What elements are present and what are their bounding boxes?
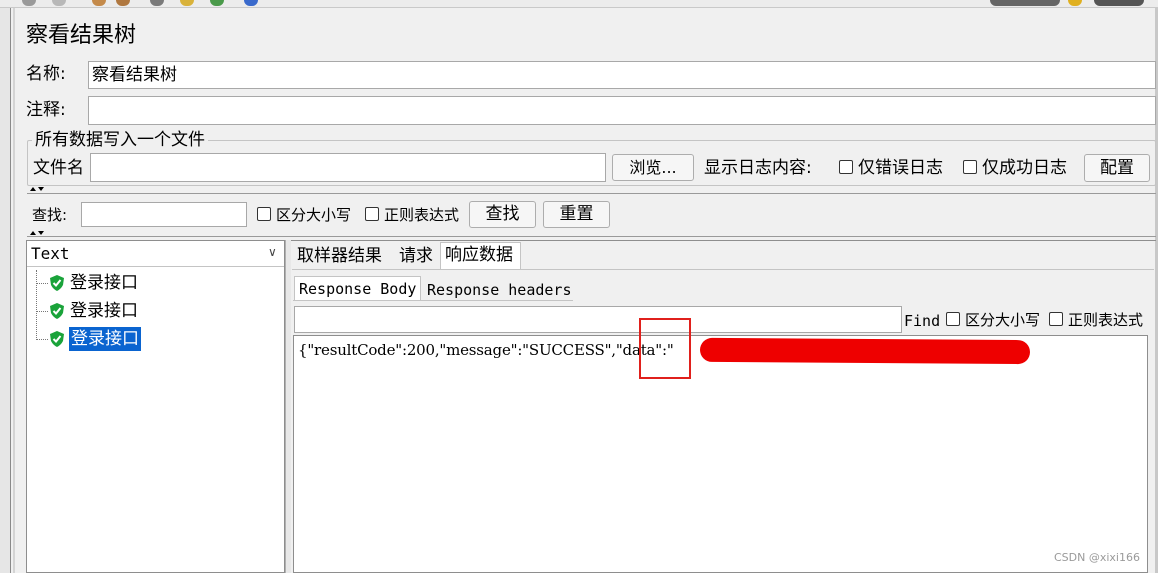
search-regex-checkbox[interactable]	[365, 207, 379, 221]
search-splitter[interactable]	[27, 193, 1156, 194]
tree-item-selected[interactable]: 登录接口	[48, 327, 148, 351]
search-case-checkbox[interactable]	[257, 207, 271, 221]
success-only-label[interactable]: 仅成功日志	[982, 157, 1067, 179]
success-shield-icon	[50, 275, 64, 291]
tab-request[interactable]: 请求	[399, 244, 433, 268]
response-find-label: Find	[904, 312, 941, 330]
browse-button[interactable]: 浏览...	[612, 154, 694, 181]
subtab-strip-border	[293, 300, 573, 301]
clear-all-icon[interactable]	[116, 0, 130, 6]
name-label: 名称:	[26, 64, 66, 84]
chevron-down-icon[interactable]: ∨	[268, 245, 277, 259]
response-find-input[interactable]	[294, 306, 902, 333]
success-only-checkbox[interactable]	[963, 160, 977, 174]
function-helper-icon[interactable]	[210, 0, 224, 6]
search-case-label[interactable]: 区分大小写	[276, 204, 351, 226]
results-splitter[interactable]	[27, 236, 1156, 237]
splitter-down-arrow-icon[interactable]	[38, 231, 44, 235]
name-field[interactable]: 察看结果树	[88, 61, 1156, 89]
log-display-label: 显示日志内容:	[704, 158, 812, 178]
reset-button[interactable]: 重置	[543, 201, 610, 228]
tab-strip-border	[292, 269, 1154, 270]
file-group-title: 所有数据写入一个文件	[32, 130, 208, 150]
tree-item[interactable]: 登录接口	[48, 299, 168, 323]
thread-status-icon	[1094, 0, 1144, 6]
search-regex-label[interactable]: 正则表达式	[384, 204, 459, 226]
response-regex-checkbox[interactable]	[1049, 312, 1063, 326]
stop-icon[interactable]	[22, 0, 36, 6]
search-label: 查找:	[32, 206, 68, 224]
tab-response-data[interactable]: 响应数据	[440, 242, 521, 269]
success-shield-icon	[50, 303, 64, 319]
tab-sampler-result[interactable]: 取样器结果	[297, 244, 382, 268]
file-name-field[interactable]	[90, 153, 606, 182]
tree-connector	[36, 339, 48, 340]
subtab-response-body[interactable]: Response Body	[294, 276, 421, 301]
renderer-select-value: Text	[31, 244, 70, 263]
file-name-label: 文件名	[33, 158, 84, 178]
reset-search-icon[interactable]	[180, 0, 194, 6]
configure-button[interactable]: 配置	[1084, 154, 1150, 182]
help-icon[interactable]	[244, 0, 258, 6]
errors-only-checkbox[interactable]	[839, 160, 853, 174]
splitter-up-arrow-icon[interactable]	[30, 231, 36, 235]
search-icon[interactable]	[150, 0, 164, 6]
tree-splitter[interactable]	[0, 8, 11, 573]
tree-item-label: 登录接口	[70, 273, 138, 293]
splitter-up-arrow-icon[interactable]	[30, 187, 36, 191]
tree-connector	[36, 283, 48, 284]
splitter-down-arrow-icon[interactable]	[38, 187, 44, 191]
response-body-text: {"resultCode":200,"message":"SUCCESS","d…	[298, 341, 674, 359]
response-body-textarea[interactable]	[293, 335, 1148, 573]
errors-only-label[interactable]: 仅错误日志	[858, 157, 943, 179]
comment-label: 注释:	[26, 100, 66, 120]
response-regex-label[interactable]: 正则表达式	[1068, 309, 1143, 331]
remote-status-icon	[990, 0, 1060, 6]
tree-item[interactable]: 登录接口	[48, 271, 168, 295]
renderer-select[interactable]: Text ∨	[27, 241, 284, 267]
search-input[interactable]	[81, 202, 247, 227]
annotation-highlight-box	[639, 318, 691, 379]
response-case-label[interactable]: 区分大小写	[965, 309, 1040, 331]
find-button[interactable]: 查找	[469, 201, 536, 228]
response-case-checkbox[interactable]	[946, 312, 960, 326]
watermark: CSDN @xixi166	[1054, 551, 1140, 564]
comment-field[interactable]	[88, 96, 1156, 125]
success-shield-icon	[50, 331, 64, 347]
warning-icon[interactable]	[1068, 0, 1082, 6]
tree-splitter-edge	[13, 8, 15, 573]
tree-item-label: 登录接口	[70, 301, 138, 321]
tree-item-label: 登录接口	[69, 327, 141, 351]
tree-connector	[36, 270, 37, 340]
clear-icon[interactable]	[92, 0, 106, 6]
shutdown-icon[interactable]	[52, 0, 66, 6]
subtab-response-headers[interactable]: Response headers	[427, 278, 572, 302]
tree-connector	[36, 311, 48, 312]
page-title: 察看结果树	[26, 23, 137, 48]
main-toolbar	[0, 0, 1158, 8]
redaction-mark	[699, 337, 1031, 365]
